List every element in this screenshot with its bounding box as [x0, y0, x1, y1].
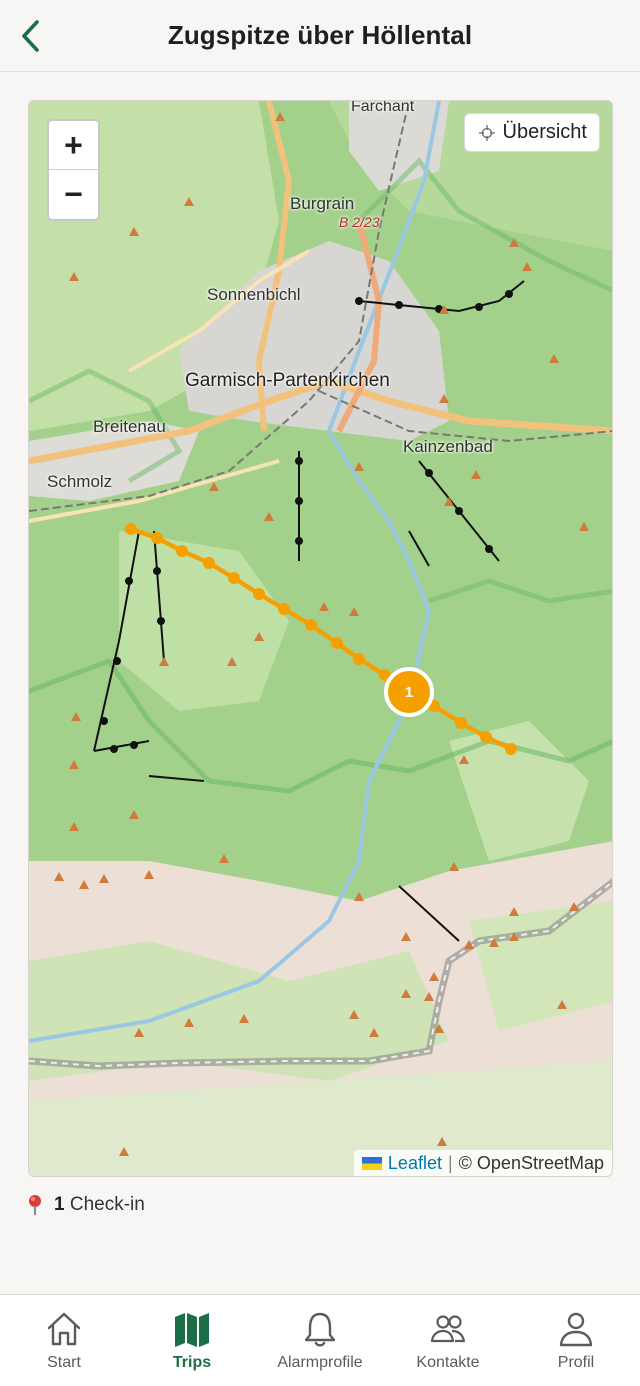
bell-icon [304, 1312, 336, 1347]
checkin-label: Check-in [69, 1194, 145, 1215]
checkin-summary: 1 Check-in [26, 1192, 145, 1218]
zoom-out-button[interactable]: − [49, 170, 98, 219]
tab-label: Trips [172, 1354, 212, 1371]
tab-label: Profil [557, 1354, 595, 1371]
contacts-icon [430, 1315, 466, 1343]
checkin-count: 1 [54, 1194, 65, 1215]
tab-alarmprofile[interactable]: Alarmprofile [256, 1295, 384, 1386]
place-label: Farchant [351, 100, 415, 115]
app-header: Zugspitze über Höllental [0, 0, 640, 72]
person-icon [559, 1312, 593, 1347]
tab-trips[interactable]: Trips [128, 1295, 256, 1386]
marker-count: 1 [404, 683, 414, 701]
map-attribution: Leaflet | © OpenStreetMap [353, 1150, 612, 1176]
overview-label: Übersicht [502, 121, 587, 143]
tab-bar: Start Trips Alarmprofile Kontakte Profil [0, 1294, 640, 1386]
tab-label: Alarmprofile [277, 1354, 363, 1371]
back-button[interactable] [8, 14, 52, 58]
place-label: Breitenau [93, 417, 166, 436]
place-label: Garmisch-Partenkirchen [185, 370, 390, 391]
tab-label: Kontakte [416, 1354, 480, 1371]
trip-map[interactable]: Farchant Burgrain B 2/23 Sonnenbichl Gar… [28, 100, 613, 1177]
ukraine-flag-icon [361, 1156, 382, 1170]
home-icon [47, 1312, 81, 1346]
chevron-left-icon [22, 20, 39, 52]
road-label: B 2/23 [339, 214, 380, 230]
place-label: Schmolz [47, 472, 113, 491]
map-icon [175, 1313, 209, 1347]
place-label: Sonnenbichl [207, 285, 301, 304]
pin-icon [29, 1195, 41, 1215]
zoom-in-button[interactable]: + [49, 121, 98, 170]
place-label: Burgrain [290, 194, 355, 213]
page-title: Zugspitze über Höllental [167, 20, 473, 50]
tab-label: Start [47, 1354, 81, 1371]
crosshair-icon [478, 124, 495, 141]
zoom-control: + − [47, 119, 100, 221]
tab-profil[interactable]: Profil [512, 1295, 640, 1386]
checkin-marker[interactable]: 1 [386, 669, 432, 715]
leaflet-link[interactable]: Leaflet [388, 1153, 442, 1174]
map-tiles [29, 101, 612, 1176]
osm-link[interactable]: © OpenStreetMap [459, 1153, 604, 1174]
tab-kontakte[interactable]: Kontakte [384, 1295, 512, 1386]
place-label: Kainzenbad [403, 437, 493, 456]
attribution-separator: | [447, 1152, 453, 1173]
overview-button[interactable]: Übersicht [463, 113, 600, 152]
tab-start[interactable]: Start [0, 1295, 128, 1386]
